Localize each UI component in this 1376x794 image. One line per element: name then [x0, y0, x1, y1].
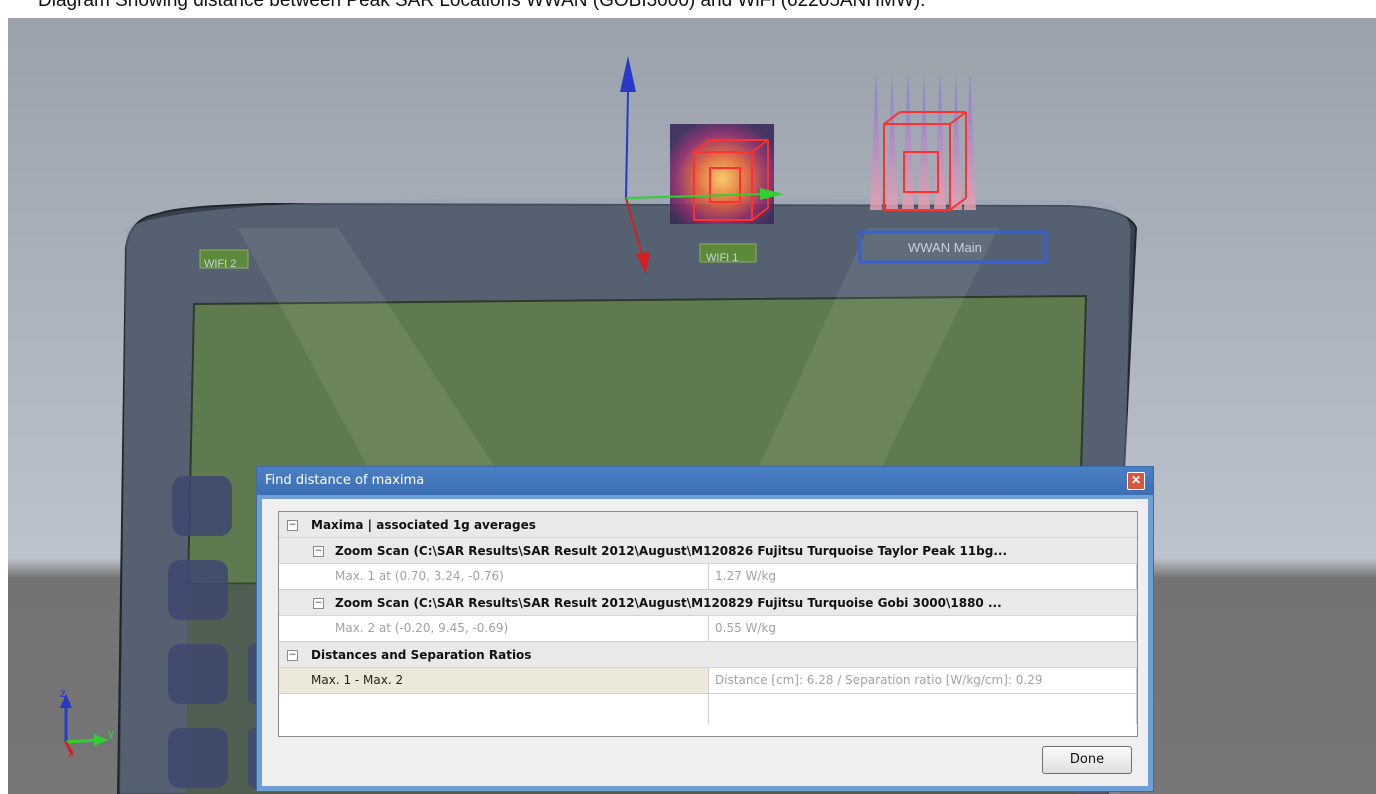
- pair-label: Max. 1 - Max. 2: [279, 668, 709, 694]
- done-button[interactable]: Done: [1042, 746, 1132, 774]
- maxima-group-label: Maxima | associated 1g averages: [311, 518, 536, 532]
- empty-cell: [279, 694, 709, 724]
- figure-caption: Diagram Showing distance between Peak SA…: [38, 0, 926, 11]
- wifi2-label: WIFI 2: [204, 258, 237, 270]
- axis-x-label: x: [68, 746, 74, 760]
- distances-group-label: Distances and Separation Ratios: [311, 648, 532, 662]
- dialog-client-area: − Maxima | associated 1g averages − Zoom…: [262, 499, 1148, 786]
- collapse-toggle-icon[interactable]: −: [287, 520, 298, 531]
- maxima-group-header[interactable]: − Maxima | associated 1g averages: [279, 512, 1137, 538]
- find-distance-dialog: Find distance of maxima ✕ − Maxima | ass…: [256, 466, 1154, 792]
- zoom-scan-1-label: Zoom Scan (C:\SAR Results\SAR Result 201…: [335, 544, 1007, 558]
- pair-row[interactable]: Max. 1 - Max. 2 Distance [cm]: 6.28 / Se…: [279, 668, 1137, 694]
- dialog-title-bar[interactable]: Find distance of maxima ✕: [257, 467, 1153, 495]
- max2-value: 0.55 W/kg: [709, 616, 1137, 642]
- pair-distance-ratio: Distance [cm]: 6.28 / Separation ratio […: [709, 668, 1137, 694]
- zoom-scan-2-header[interactable]: − Zoom Scan (C:\SAR Results\SAR Result 2…: [279, 590, 1137, 616]
- distances-group-header[interactable]: − Distances and Separation Ratios: [279, 642, 1137, 668]
- zoom-scan-1-header[interactable]: − Zoom Scan (C:\SAR Results\SAR Result 2…: [279, 538, 1137, 564]
- max1-row[interactable]: Max. 1 at (0.70, 3.24, -0.76) 1.27 W/kg: [279, 564, 1137, 590]
- dialog-title: Find distance of maxima: [265, 473, 425, 488]
- close-icon[interactable]: ✕: [1127, 472, 1145, 490]
- max2-row[interactable]: Max. 2 at (-0.20, 9.45, -0.69) 0.55 W/kg: [279, 616, 1137, 642]
- collapse-toggle-icon[interactable]: −: [313, 598, 324, 609]
- wifi1-label: WIFI 1: [706, 252, 739, 264]
- axis-y-label: y: [108, 726, 114, 740]
- max1-value: 1.27 W/kg: [709, 564, 1137, 590]
- collapse-toggle-icon[interactable]: −: [313, 546, 324, 557]
- wwan-main-label: WWAN Main: [908, 240, 982, 255]
- zoom-scan-2-label: Zoom Scan (C:\SAR Results\SAR Result 201…: [335, 596, 1002, 610]
- max1-location: Max. 1 at (0.70, 3.24, -0.76): [279, 564, 709, 590]
- empty-row: [279, 694, 1137, 724]
- empty-cell: [709, 694, 1137, 724]
- maxima-tree-grid[interactable]: − Maxima | associated 1g averages − Zoom…: [278, 511, 1138, 737]
- max2-location: Max. 2 at (-0.20, 9.45, -0.69): [279, 616, 709, 642]
- axis-z-label: z: [60, 686, 66, 700]
- collapse-toggle-icon[interactable]: −: [287, 650, 298, 661]
